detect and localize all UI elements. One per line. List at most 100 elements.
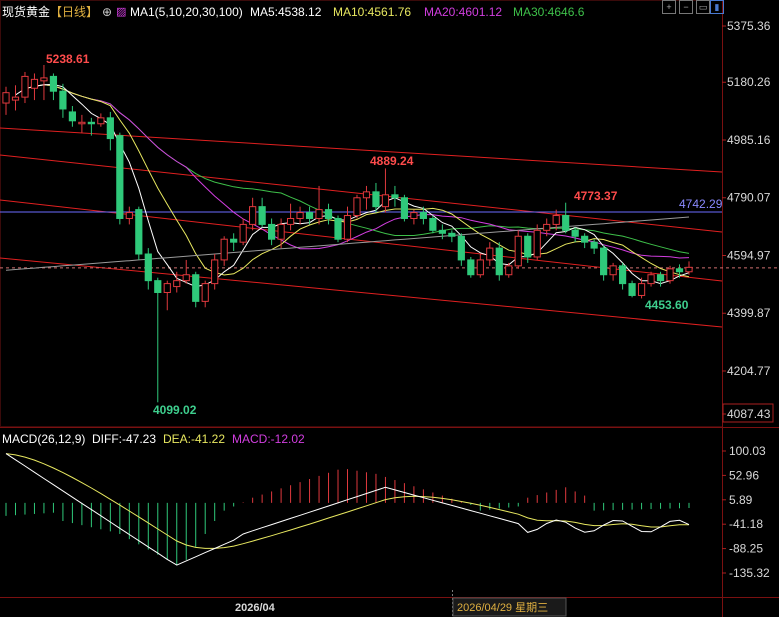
chart-type-icon[interactable]: ▮: [710, 0, 724, 14]
macd-params: MACD(26,12,9): [2, 432, 86, 446]
candle-body: [552, 215, 560, 225]
candle-body: [40, 77, 48, 82]
candle-body: [106, 117, 114, 140]
price-tick-label: 4087.43: [727, 407, 771, 421]
candle-body: [675, 268, 684, 273]
ma10-value: MA10:4561.76: [333, 5, 412, 19]
candle-body: [59, 90, 67, 110]
candle-body: [372, 191, 380, 208]
candle-body: [685, 266, 693, 273]
candle-body: [277, 223, 285, 240]
candle-body: [239, 223, 247, 243]
candle-body: [476, 259, 484, 276]
macd-value: MACD:-12.02: [232, 432, 305, 446]
candle-body: [419, 212, 427, 219]
ma-legend-icon[interactable]: ▨: [116, 0, 126, 24]
candle-body: [78, 121, 86, 125]
candle-body: [286, 217, 295, 225]
candle-body: [2, 92, 10, 104]
candle-body: [457, 235, 465, 261]
candle-body: [391, 194, 399, 199]
candle-body: [268, 223, 276, 240]
candle-body: [144, 253, 152, 282]
candle-body: [438, 229, 446, 234]
candle-body: [135, 209, 143, 255]
candle-body: [362, 191, 371, 199]
candle-body: [68, 111, 77, 122]
candle-body: [581, 235, 589, 243]
ma5-value: MA5:4538.12: [250, 5, 322, 19]
candle-body: [429, 217, 437, 231]
candle-body: [87, 121, 95, 125]
zoom-in-icon[interactable]: +: [662, 0, 676, 14]
candle-body: [201, 283, 209, 302]
candle-body: [609, 265, 617, 276]
candle-body: [125, 212, 133, 219]
candle-body: [666, 268, 674, 282]
layout-icon[interactable]: ▭: [696, 0, 710, 14]
candle-body: [543, 223, 551, 231]
candle-body: [381, 194, 390, 208]
candle-body: [220, 238, 228, 261]
candle-body: [305, 212, 314, 219]
candle-body: [258, 206, 266, 225]
high-label: 5238.61: [46, 52, 90, 66]
candle-body: [600, 247, 608, 276]
candle-body: [467, 259, 475, 276]
candle-body: [192, 274, 200, 302]
candle-body: [49, 75, 58, 92]
candle-body: [315, 209, 323, 219]
price-tick-label: 4790.07: [727, 191, 771, 205]
candle-body: [343, 215, 352, 240]
candle-body: [571, 229, 579, 237]
peak-label-2: 4773.37: [574, 189, 618, 203]
candle-body: [562, 215, 570, 231]
ma20-value: MA20:4601.12: [424, 5, 503, 19]
settings-icon[interactable]: ⊕: [102, 0, 112, 24]
candle-body: [116, 135, 124, 219]
macd-tick-label: -135.32: [729, 566, 770, 580]
candle-body: [656, 274, 665, 282]
candle-body: [97, 117, 105, 125]
period-label[interactable]: 【日线】: [50, 0, 98, 24]
candle-body: [637, 283, 646, 296]
candle-body: [533, 229, 541, 258]
ma10-line: [24, 84, 690, 278]
macd-tick-label: 5.89: [729, 493, 753, 507]
candle-body: [618, 265, 627, 285]
ma30-value: MA30:4646.6: [513, 5, 585, 19]
time-label: 2026/04: [235, 602, 276, 614]
candle-body: [154, 280, 162, 293]
macd-header: MACD(26,12,9) DIFF:-47.23 DEA:-41.22 MAC…: [0, 428, 779, 450]
candle-body: [324, 209, 333, 219]
macd-diff: DIFF:-47.23: [92, 432, 157, 446]
candle-body: [30, 78, 39, 89]
candle-body: [628, 283, 636, 296]
zoom-out-icon[interactable]: −: [679, 0, 693, 14]
price-tick-label: 4985.16: [727, 133, 771, 147]
candle-body: [410, 212, 418, 219]
main-chart-header: 现货黄金 【日线】 ⊕ ▨ MA1(5,10,20,30,100) MA5:45…: [0, 0, 779, 24]
macd-tick-label: -41.18: [729, 517, 763, 531]
candle-body: [163, 283, 171, 293]
candle-body: [524, 235, 532, 258]
candle-body: [647, 274, 655, 285]
cursor-date-label: 2026/04/29 星期三: [457, 601, 548, 614]
candle-body: [21, 75, 29, 98]
price-tick-label: 4399.87: [727, 306, 771, 320]
candle-body: [249, 206, 257, 225]
candle-body: [353, 197, 361, 217]
candle-body: [173, 280, 181, 288]
price-tick-label: 4594.97: [727, 248, 771, 262]
candle-body: [486, 247, 494, 261]
chart-canvas: 5375.365180.264985.164790.074594.974399.…: [0, 0, 779, 617]
price-panel-frame: [0, 0, 723, 427]
candle-body: [230, 238, 238, 243]
macd-tick-label: 52.96: [729, 468, 759, 482]
candle-body: [182, 274, 190, 282]
candle-body: [400, 197, 409, 219]
peak-label: 4889.24: [370, 154, 414, 168]
candle-body: [514, 235, 522, 267]
candle-body: [505, 265, 513, 276]
macd-dea: DEA:-41.22: [163, 432, 226, 446]
